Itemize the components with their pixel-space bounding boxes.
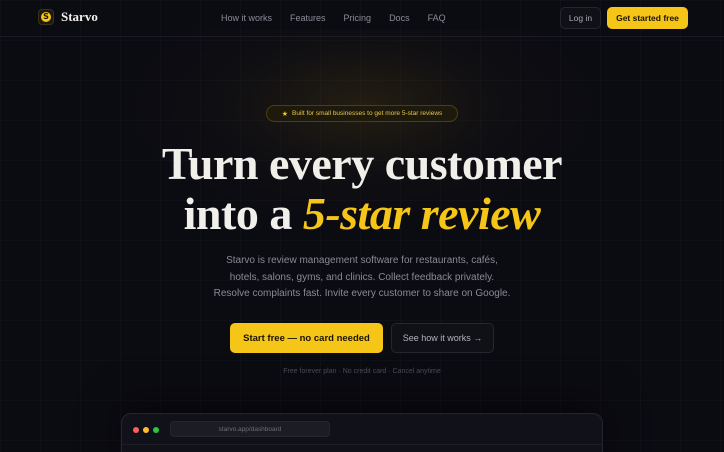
hero-subtext-line: Resolve complaints fast. Invite every cu…: [213, 288, 511, 299]
logo: S: [38, 9, 54, 25]
star-coin-icon: S: [41, 12, 51, 22]
window-controls: [133, 427, 163, 433]
preview-divider: [122, 444, 602, 445]
nav-link-pricing[interactable]: Pricing: [344, 13, 372, 23]
nav-link-docs[interactable]: Docs: [389, 13, 410, 23]
close-dot-icon: [133, 427, 139, 433]
hero-subtext: Starvo is review management software for…: [162, 253, 562, 303]
nav-link-faq[interactable]: FAQ: [428, 13, 446, 23]
start-free-button[interactable]: Start free — no card needed: [230, 323, 383, 353]
nav-link-features[interactable]: Features: [290, 13, 326, 23]
brand-name: Starvo: [61, 9, 98, 24]
hero-badge-text: Built for small businesses to get more 5…: [292, 110, 443, 117]
address-bar: starvo.app/dashboard: [170, 421, 330, 437]
nav-links: How it works Features Pricing Docs FAQ: [221, 13, 464, 23]
brand[interactable]: S Starvo: [38, 9, 98, 25]
minimize-dot-icon: [143, 427, 149, 433]
hero-badge: ★ Built for small businesses to get more…: [266, 105, 458, 122]
maximize-dot-icon: [153, 427, 159, 433]
see-how-it-works-button[interactable]: See how it works →: [391, 323, 494, 353]
top-nav: S Starvo How it works Features Pricing D…: [0, 0, 724, 37]
fine-print: Free forever plan · No credit card · Can…: [283, 368, 441, 375]
dashboard-preview: starvo.app/dashboard: [121, 413, 603, 452]
hero-headline-line2: into a 5-star review: [0, 190, 724, 238]
hero-subtext-line: hotels, salons, gyms, and clinics. Colle…: [229, 271, 495, 283]
hero-headline-line1: Turn every customer: [161, 138, 563, 189]
headline-prefix: into a: [183, 188, 303, 239]
get-started-button[interactable]: Get started free: [607, 7, 688, 29]
star-icon: ★: [281, 110, 288, 118]
login-button[interactable]: Log in: [560, 7, 601, 29]
hero-subtext-line: Starvo is review management software for…: [226, 255, 498, 266]
nav-link-how-it-works[interactable]: How it works: [221, 13, 272, 23]
headline-accent: 5-star review: [302, 188, 541, 239]
